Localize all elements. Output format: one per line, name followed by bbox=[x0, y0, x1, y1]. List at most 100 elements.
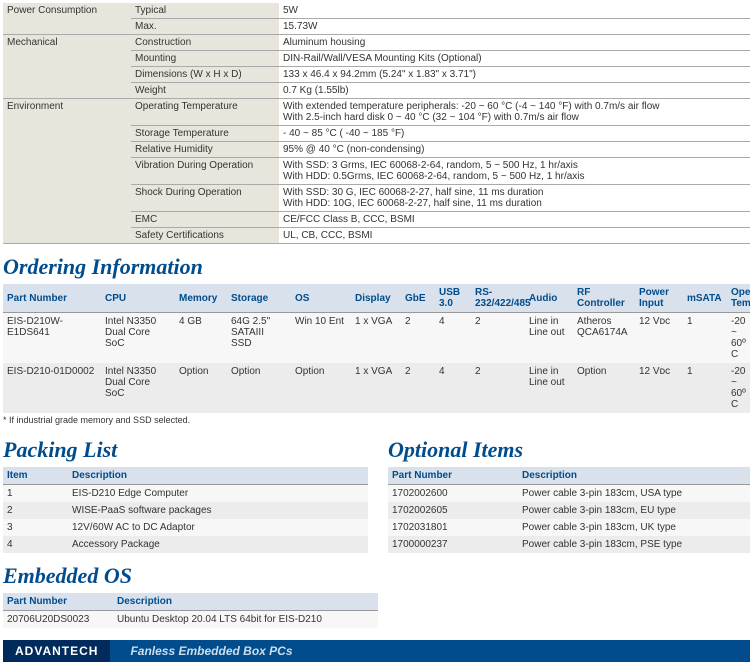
cell: EIS-D210-01D0002 bbox=[3, 363, 101, 413]
cell: Power cable 3-pin 183cm, PSE type bbox=[518, 536, 750, 553]
footer-text: Fanless Embedded Box PCs bbox=[110, 644, 292, 658]
cell: 1 bbox=[683, 363, 727, 413]
spec-category: Environment bbox=[3, 99, 131, 244]
cell: 2 bbox=[401, 363, 435, 413]
cell: 1 bbox=[3, 485, 68, 503]
ordering-table: Part NumberCPUMemoryStorageOSDisplayGbEU… bbox=[3, 284, 750, 413]
spec-label: Dimensions (W x H x D) bbox=[131, 67, 279, 83]
cell: 64G 2.5" SATAIII SSD bbox=[227, 313, 291, 364]
cell: 4 bbox=[3, 536, 68, 553]
cell: EIS-D210 Edge Computer bbox=[68, 485, 368, 503]
cell: -20 ~ 60º C bbox=[727, 363, 750, 413]
spec-value: 0.7 Kg (1.55lb) bbox=[279, 83, 750, 99]
col-header: Memory bbox=[175, 284, 227, 313]
spec-value: DIN-Rail/Wall/VESA Mounting Kits (Option… bbox=[279, 51, 750, 67]
spec-label: Construction bbox=[131, 35, 279, 51]
col-header: Description bbox=[518, 467, 750, 485]
spec-value: 95% @ 40 °C (non-condensing) bbox=[279, 142, 750, 158]
spec-value: 15.73W bbox=[279, 19, 750, 35]
cell: 12V/60W AC to DC Adaptor bbox=[68, 519, 368, 536]
table-row: 20706U20DS0023Ubuntu Desktop 20.04 LTS 6… bbox=[3, 611, 378, 629]
cell: Option bbox=[175, 363, 227, 413]
cell: Power cable 3-pin 183cm, UK type bbox=[518, 519, 750, 536]
spec-value: 5W bbox=[279, 3, 750, 19]
table-row: 312V/60W AC to DC Adaptor bbox=[3, 519, 368, 536]
cell: 2 bbox=[3, 502, 68, 519]
cell: WISE-PaaS software packages bbox=[68, 502, 368, 519]
col-header: Item bbox=[3, 467, 68, 485]
ordering-title: Ordering Information bbox=[3, 254, 750, 280]
table-row: 1EIS-D210 Edge Computer bbox=[3, 485, 368, 503]
col-header: GbE bbox=[401, 284, 435, 313]
col-header: Display bbox=[351, 284, 401, 313]
spec-label: Max. bbox=[131, 19, 279, 35]
optional-title: Optional Items bbox=[388, 437, 750, 463]
cell: EIS-D210W-E1DS641 bbox=[3, 313, 101, 364]
spec-value: Aluminum housing bbox=[279, 35, 750, 51]
cell: -20 ~ 60º C bbox=[727, 313, 750, 364]
col-header: RS-232/422/485 bbox=[471, 284, 525, 313]
col-header: RF Controller bbox=[573, 284, 635, 313]
col-header: Description bbox=[113, 593, 378, 611]
spec-value: With extended temperature peripherals: -… bbox=[279, 99, 750, 126]
col-header: Operating Temperature* bbox=[727, 284, 750, 313]
spec-value: With SSD: 3 Grms, IEC 60068-2-64, random… bbox=[279, 158, 750, 185]
table-row: 4Accessory Package bbox=[3, 536, 368, 553]
col-header: OS bbox=[291, 284, 351, 313]
table-row: 2WISE-PaaS software packages bbox=[3, 502, 368, 519]
spec-label: EMC bbox=[131, 212, 279, 228]
col-header: Audio bbox=[525, 284, 573, 313]
cell: Line inLine out bbox=[525, 363, 573, 413]
col-header: Part Number bbox=[388, 467, 518, 485]
cell: 3 bbox=[3, 519, 68, 536]
table-row: 1702031801Power cable 3-pin 183cm, UK ty… bbox=[388, 519, 750, 536]
ordering-note: * If industrial grade memory and SSD sel… bbox=[3, 415, 750, 425]
cell: 4 bbox=[435, 363, 471, 413]
table-row: 1702002600Power cable 3-pin 183cm, USA t… bbox=[388, 485, 750, 503]
cell: Win 10 Ent bbox=[291, 313, 351, 364]
spec-value: 133 x 46.4 x 94.2mm (5.24" x 1.83" x 3.7… bbox=[279, 67, 750, 83]
col-header: Power Input bbox=[635, 284, 683, 313]
cell: Power cable 3-pin 183cm, USA type bbox=[518, 485, 750, 503]
cell: 20706U20DS0023 bbox=[3, 611, 113, 629]
table-row: EIS-D210W-E1DS641Intel N3350 Dual Core S… bbox=[3, 313, 750, 364]
cell: Atheros QCA6174A bbox=[573, 313, 635, 364]
col-header: mSATA bbox=[683, 284, 727, 313]
cell: Accessory Package bbox=[68, 536, 368, 553]
cell: Intel N3350 Dual Core SoC bbox=[101, 313, 175, 364]
spec-label: Weight bbox=[131, 83, 279, 99]
spec-table: Power ConsumptionTypical5WMax.15.73WMech… bbox=[3, 3, 750, 244]
spec-value: UL, CB, CCC, BSMI bbox=[279, 228, 750, 244]
spec-value: - 40 ~ 85 °C ( -40 ~ 185 °F) bbox=[279, 126, 750, 142]
spec-label: Vibration During Operation bbox=[131, 158, 279, 185]
cell: Option bbox=[227, 363, 291, 413]
table-row: EIS-D210-01D0002Intel N3350 Dual Core So… bbox=[3, 363, 750, 413]
footer-bar: ADVANTECH Fanless Embedded Box PCs bbox=[3, 640, 750, 662]
cell: 4 bbox=[435, 313, 471, 364]
table-row: 1702002605Power cable 3-pin 183cm, EU ty… bbox=[388, 502, 750, 519]
spec-category: Power Consumption bbox=[3, 3, 131, 35]
embedded-table: Part NumberDescription 20706U20DS0023Ubu… bbox=[3, 593, 378, 628]
table-row: 1700000237Power cable 3-pin 183cm, PSE t… bbox=[388, 536, 750, 553]
col-header: Part Number bbox=[3, 593, 113, 611]
cell: 1702002600 bbox=[388, 485, 518, 503]
cell: 2 bbox=[471, 363, 525, 413]
embedded-title: Embedded OS bbox=[3, 563, 750, 589]
spec-value: CE/FCC Class B, CCC, BSMI bbox=[279, 212, 750, 228]
spec-label: Shock During Operation bbox=[131, 185, 279, 212]
cell: 12 Vᴅᴄ bbox=[635, 363, 683, 413]
packing-table: ItemDescription 1EIS-D210 Edge Computer2… bbox=[3, 467, 368, 553]
packing-title: Packing List bbox=[3, 437, 368, 463]
cell: Option bbox=[573, 363, 635, 413]
cell: Line inLine out bbox=[525, 313, 573, 364]
cell: 2 bbox=[401, 313, 435, 364]
cell: Power cable 3-pin 183cm, EU type bbox=[518, 502, 750, 519]
cell: 2 bbox=[471, 313, 525, 364]
cell: 1702002605 bbox=[388, 502, 518, 519]
spec-label: Mounting bbox=[131, 51, 279, 67]
spec-label: Typical bbox=[131, 3, 279, 19]
spec-label: Storage Temperature bbox=[131, 126, 279, 142]
cell: 12 Vᴅᴄ bbox=[635, 313, 683, 364]
optional-table: Part NumberDescription 1702002600Power c… bbox=[388, 467, 750, 553]
cell: 1702031801 bbox=[388, 519, 518, 536]
